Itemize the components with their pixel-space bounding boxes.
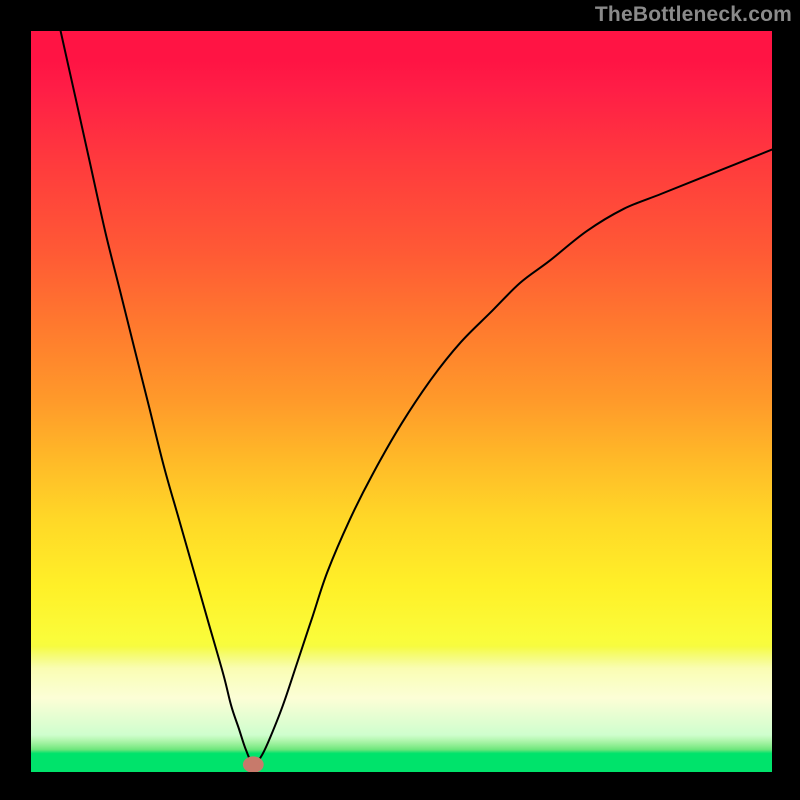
chart-frame: TheBottleneck.com bbox=[0, 0, 800, 800]
curve-layer bbox=[31, 31, 772, 772]
plot-area bbox=[31, 31, 772, 772]
bottleneck-curve bbox=[61, 31, 772, 765]
watermark-label: TheBottleneck.com bbox=[595, 3, 792, 27]
